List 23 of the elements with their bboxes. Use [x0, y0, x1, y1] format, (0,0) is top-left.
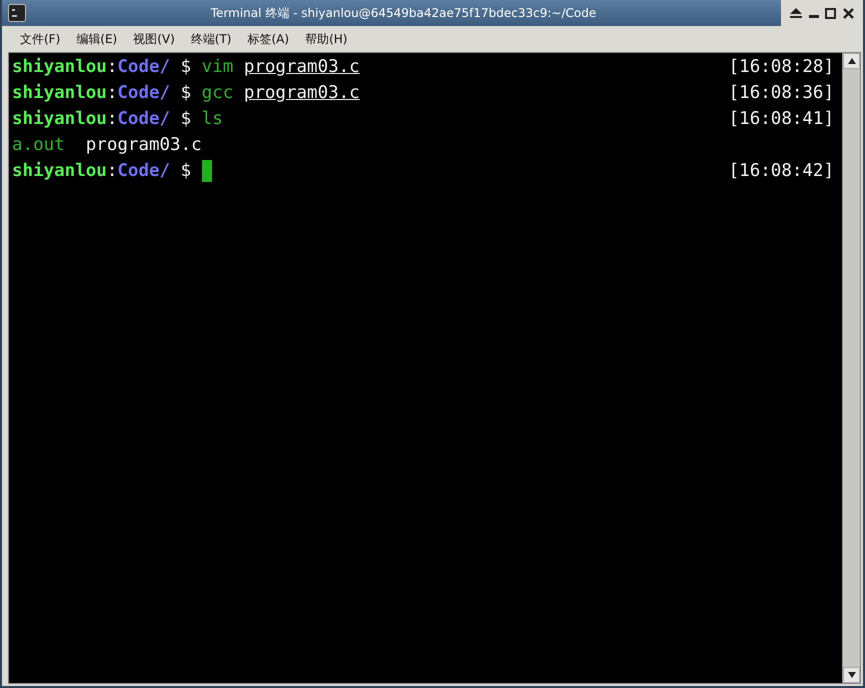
timestamp: [16:08:41] [728, 109, 834, 129]
terminal-line: a.out program03.c [12, 135, 202, 155]
terminal-icon [8, 4, 26, 22]
shade-icon[interactable] [790, 8, 802, 18]
timestamp: [16:08:42] [728, 161, 834, 181]
timestamp: [16:08:28] [728, 57, 834, 77]
terminal-line: shiyanlou:Code/ $ [12, 161, 192, 181]
menu-item[interactable]: 终端(T) [182, 30, 240, 48]
menu-item[interactable]: 视图(V) [125, 30, 183, 48]
terminal-line: shiyanlou:Code/ $ gcc program03.c [12, 83, 360, 103]
scrollbar[interactable] [842, 53, 860, 683]
maximize-icon[interactable] [825, 8, 836, 18]
close-icon[interactable] [842, 8, 854, 18]
menu-item[interactable]: 编辑(E) [68, 30, 126, 48]
menu-item[interactable]: 帮助(H) [297, 30, 356, 48]
terminal-line: shiyanlou:Code/ $ vim program03.c [12, 57, 360, 77]
terminal-line: shiyanlou:Code/ $ ls [12, 109, 223, 129]
scroll-up-icon[interactable] [848, 58, 856, 64]
timestamp: [16:08:36] [728, 83, 834, 103]
menu-item[interactable]: 标签(A) [240, 30, 298, 48]
menu-item[interactable]: 文件(F) [12, 30, 68, 48]
scroll-down-icon[interactable] [848, 672, 856, 678]
window-title: Terminal 终端 - shiyanlou@64549ba42ae75f17bdec33c9:~/Code [210, 4, 598, 22]
